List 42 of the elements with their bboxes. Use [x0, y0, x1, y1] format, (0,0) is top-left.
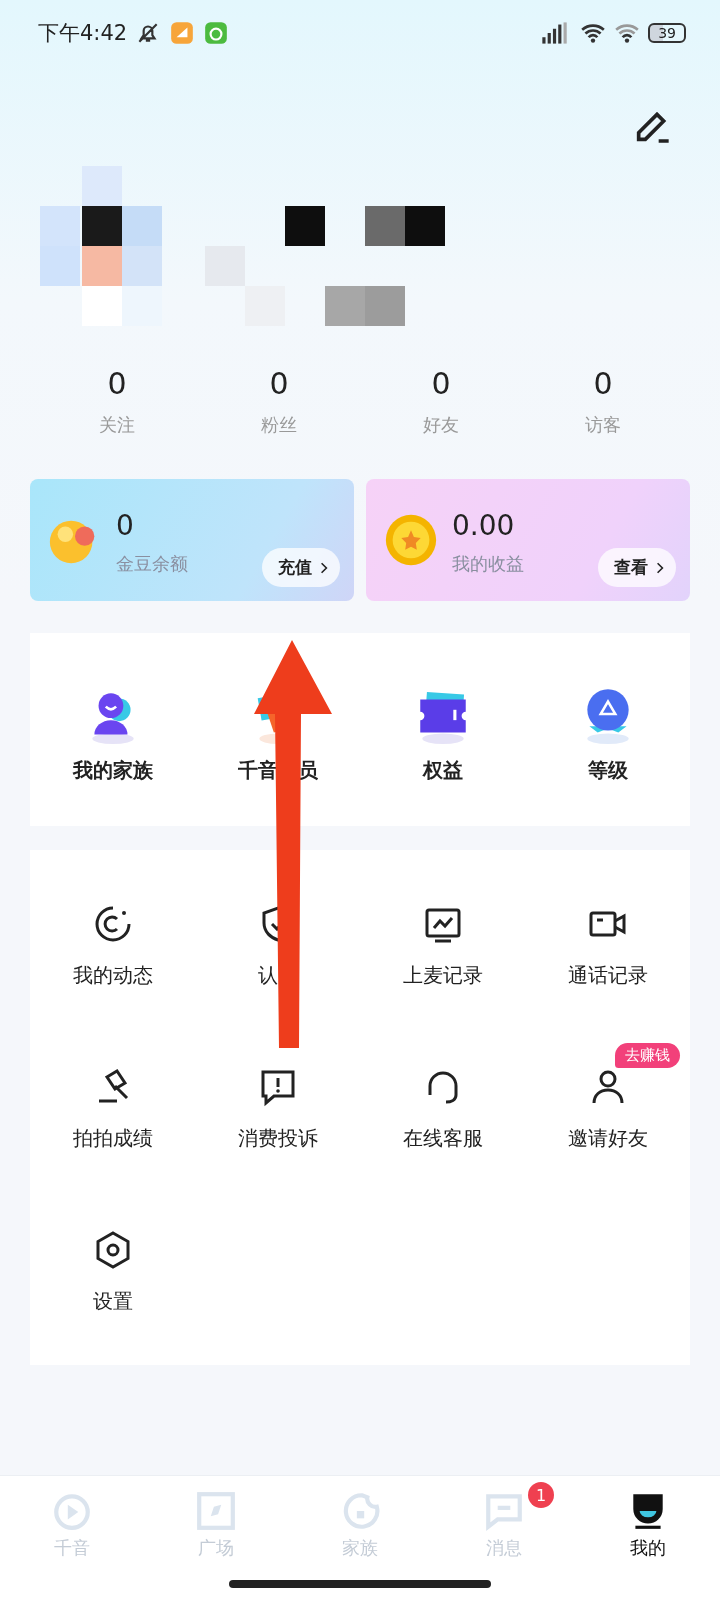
unread-badge: 1	[528, 1482, 554, 1508]
stat-value: 0	[593, 366, 613, 401]
tool-item[interactable]: 拍拍成绩	[72, 1067, 153, 1152]
tool-item[interactable]: 我的动态	[72, 904, 153, 989]
feature-label: 权益	[422, 757, 463, 784]
feature-item[interactable]: 权益	[360, 685, 525, 784]
tool-item[interactable]: 通话记录	[567, 904, 648, 989]
tool-item[interactable]: 上麦记录	[402, 904, 483, 989]
feature-item[interactable]: 我的家族	[30, 685, 195, 784]
tool-label: 认	[257, 962, 278, 989]
wallet-card[interactable]: 0.00 我的收益 查看	[366, 479, 690, 601]
tool-item[interactable]: 在线客服	[402, 1067, 483, 1152]
feature-label: 千音	[237, 757, 278, 784]
tool-label: 通话记录	[567, 962, 648, 989]
stat-value: 0	[431, 366, 451, 401]
battery-indicator: 39	[648, 23, 686, 43]
balance-value: 0	[116, 508, 135, 542]
tool-label: 消费投诉	[237, 1125, 318, 1152]
tool-item[interactable]: 认	[257, 904, 279, 989]
balance-value: 0.00	[452, 508, 516, 542]
tool-item[interactable]: 邀请好友	[567, 1067, 648, 1152]
tool-item[interactable]: 消费投诉	[237, 1067, 318, 1152]
tool-label: 邀请好友	[567, 1125, 648, 1152]
balance-label: 我的收益	[452, 551, 525, 576]
feature-item[interactable]: 等级	[525, 685, 690, 784]
tool-label: 我的动态	[72, 962, 153, 989]
promo-badge: 去赚钱	[615, 1043, 680, 1068]
stat-value: 0	[269, 366, 289, 401]
nav-tab[interactable]: 我的	[627, 1490, 669, 1560]
wallet-card[interactable]: 0 金豆余额 充值	[30, 479, 354, 601]
action-button[interactable]: 查看	[598, 548, 676, 587]
stat-value: 0	[107, 366, 127, 401]
balance-label: 金豆余额	[116, 551, 189, 576]
feature-label: 我的家族	[72, 757, 153, 784]
tool-label: 上麦记录	[402, 962, 483, 989]
tool-label: 拍拍成绩	[72, 1125, 153, 1152]
status-time: 下午4:42	[38, 20, 128, 47]
feature-label: 等级	[587, 757, 628, 784]
tool-label: 设置	[92, 1288, 133, 1315]
tool-label: 在线客服	[402, 1125, 483, 1152]
action-button[interactable]: 充值	[262, 548, 340, 587]
tool-item[interactable]: 设置	[92, 1230, 133, 1315]
